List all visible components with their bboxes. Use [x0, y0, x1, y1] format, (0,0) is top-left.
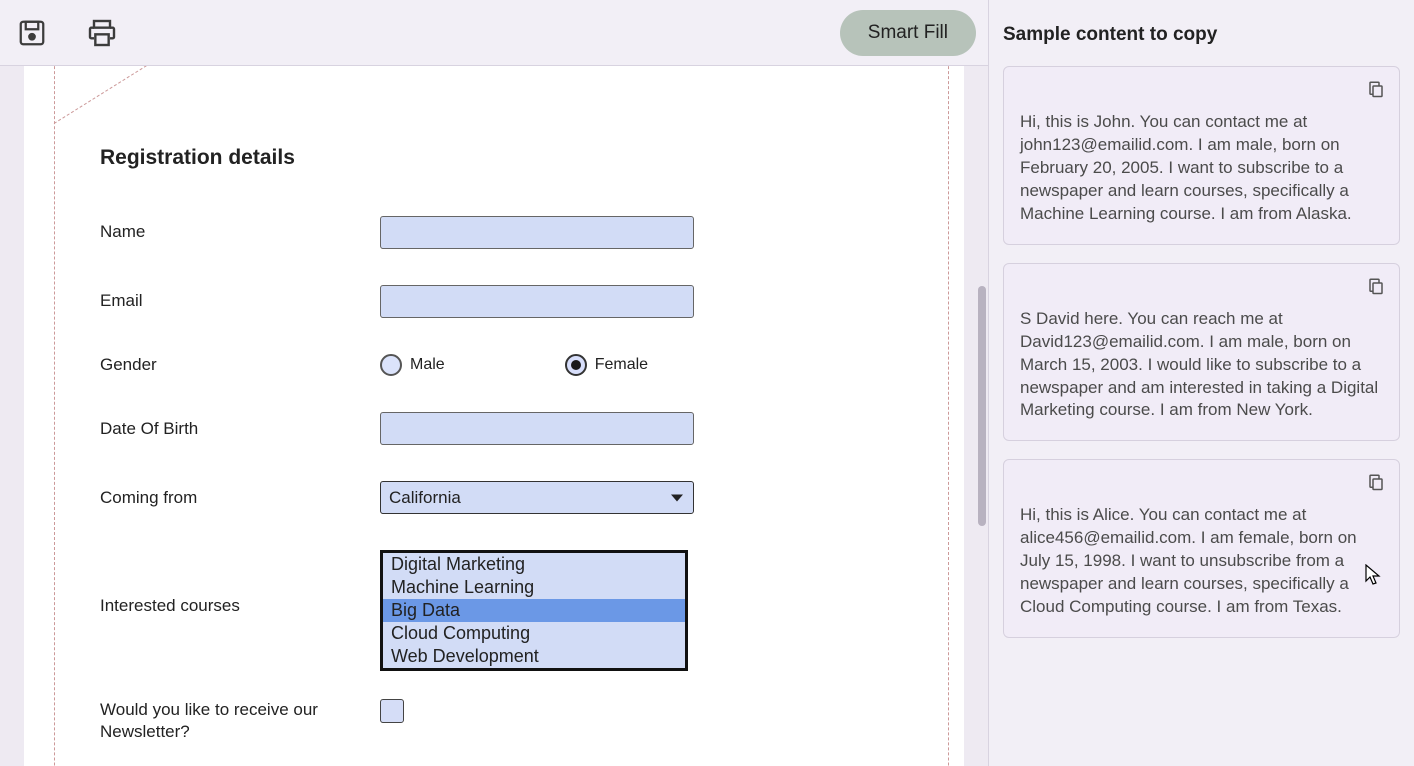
sample-card: S David here. You can reach me at David1…	[1003, 263, 1400, 442]
sample-panel: Sample content to copy Hi, this is John.…	[988, 0, 1414, 766]
radio-female[interactable]: Female	[565, 354, 648, 376]
radio-male[interactable]: Male	[380, 354, 445, 376]
course-option[interactable]: Web Development	[383, 645, 685, 668]
course-option[interactable]: Cloud Computing	[383, 622, 685, 645]
radio-female-label: Female	[595, 356, 648, 374]
name-input[interactable]	[380, 216, 694, 249]
toolbar: Smart Fill	[0, 0, 988, 66]
form-title: Registration details	[100, 146, 888, 170]
sample-text: Hi, this is Alice. You can contact me at…	[1020, 504, 1383, 619]
label-interested-courses: Interested courses	[100, 550, 380, 617]
chevron-down-icon	[671, 494, 683, 501]
copy-icon[interactable]	[1367, 79, 1385, 104]
radio-male-label: Male	[410, 356, 445, 374]
form-canvas: Registration details Name Email	[0, 66, 988, 766]
sample-panel-title: Sample content to copy	[1003, 24, 1400, 46]
print-icon[interactable]	[82, 13, 122, 53]
copy-icon[interactable]	[1367, 276, 1385, 301]
save-icon[interactable]	[12, 13, 52, 53]
coming-from-select[interactable]: California	[380, 481, 694, 514]
course-option[interactable]: Digital Marketing	[383, 553, 685, 576]
label-gender: Gender	[100, 354, 380, 376]
label-name: Name	[100, 221, 380, 243]
course-option[interactable]: Machine Learning	[383, 576, 685, 599]
interested-courses-listbox[interactable]: Digital Marketing Machine Learning Big D…	[380, 550, 688, 671]
coming-from-value: California	[389, 488, 461, 508]
copy-icon[interactable]	[1367, 472, 1385, 497]
label-newsletter: Would you like to receive our Newsletter…	[100, 699, 380, 743]
course-option[interactable]: Big Data	[383, 599, 685, 622]
sample-text: Hi, this is John. You can contact me at …	[1020, 111, 1383, 226]
newsletter-checkbox[interactable]	[380, 699, 404, 723]
label-coming-from: Coming from	[100, 487, 380, 509]
label-email: Email	[100, 290, 380, 312]
scrollbar[interactable]	[978, 286, 986, 526]
sample-text: S David here. You can reach me at David1…	[1020, 308, 1383, 423]
email-input[interactable]	[380, 285, 694, 318]
smart-fill-button[interactable]: Smart Fill	[840, 10, 976, 56]
dob-input[interactable]	[380, 412, 694, 445]
sample-card: Hi, this is John. You can contact me at …	[1003, 66, 1400, 245]
sample-card: Hi, this is Alice. You can contact me at…	[1003, 459, 1400, 638]
label-dob: Date Of Birth	[100, 418, 380, 440]
